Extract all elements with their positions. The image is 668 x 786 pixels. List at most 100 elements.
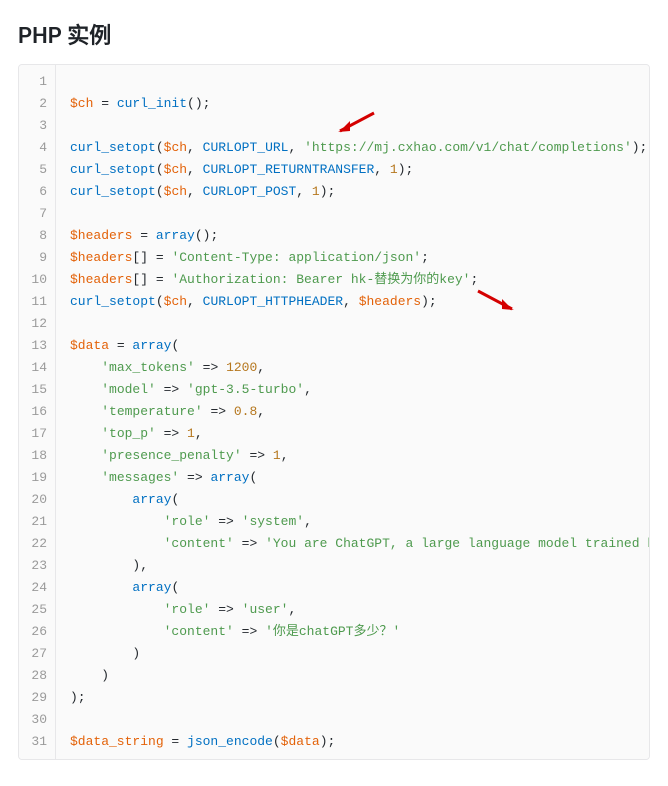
token-num: 0.8 [234,404,257,419]
token-punct: ); [320,184,336,199]
token-op: => [242,448,273,463]
line-number: 3 [25,115,47,137]
token-punct: , [257,360,265,375]
code-line [70,709,649,731]
code-line: $data_string = json_encode($data); [70,731,649,753]
token-punct: = [164,734,187,749]
token-punct: ; [421,250,429,265]
token-str: 'top_p' [101,426,156,441]
token-punct: ) [70,646,140,661]
line-number: 20 [25,489,47,511]
token-punct: ); [70,690,86,705]
token-op: => [156,426,187,441]
token-op: => [195,360,226,375]
token-str: '你是chatGPT多少？' [265,624,400,639]
token-const: CURLOPT_URL [203,140,289,155]
token-punct: , [187,162,203,177]
line-number: 14 [25,357,47,379]
code-line: 'temperature' => 0.8, [70,401,649,423]
line-number: 15 [25,379,47,401]
token-str: 'user' [242,602,289,617]
token-str: 'gpt-3.5-turbo' [187,382,304,397]
token-op: => [210,602,241,617]
token-str: 'temperature' [101,404,202,419]
line-number: 24 [25,577,47,599]
line-number: 11 [25,291,47,313]
code-line: $headers = array(); [70,225,649,247]
line-number: 31 [25,731,47,753]
token-str: 'system' [242,514,304,529]
token-num: 1 [187,426,195,441]
line-number: 9 [25,247,47,269]
line-number: 18 [25,445,47,467]
line-number: 10 [25,269,47,291]
token-fn: array [132,492,171,507]
token-punct: , [288,140,304,155]
token-punct: , [343,294,359,309]
code-line: $headers[] = 'Authorization: Bearer hk-替… [70,269,649,291]
token-punct [70,470,101,485]
token-op: => [179,470,210,485]
token-str: 'content' [164,624,234,639]
token-var: $ch [164,140,187,155]
line-number: 2 [25,93,47,115]
token-punct: , [187,184,203,199]
token-num: 1 [273,448,281,463]
code-line: ); [70,687,649,709]
token-punct [70,580,132,595]
token-var: $data [70,338,109,353]
token-str: 'Content-Type: application/json' [171,250,421,265]
line-number: 16 [25,401,47,423]
code-line: curl_setopt($ch, CURLOPT_POST, 1); [70,181,649,203]
token-punct: , [288,602,296,617]
token-fn: array [210,470,249,485]
token-punct [70,404,101,419]
token-punct: = [93,96,116,111]
token-punct: ) [70,668,109,683]
line-number: 22 [25,533,47,555]
token-punct: , [187,140,203,155]
code-line [70,203,649,225]
token-punct: [] = [132,250,171,265]
token-punct: = [132,228,155,243]
token-var: $headers [70,228,132,243]
token-num: 1200 [226,360,257,375]
code-line: array( [70,577,649,599]
token-punct: ( [171,580,179,595]
code-line: $headers[] = 'Content-Type: application/… [70,247,649,269]
token-str: 'presence_penalty' [101,448,241,463]
token-punct: = [109,338,132,353]
code-line: ), [70,555,649,577]
token-punct [70,514,164,529]
token-punct: (); [187,96,210,111]
token-fn: curl_setopt [70,162,156,177]
token-punct: , [281,448,289,463]
token-str: 'content' [164,536,234,551]
token-str: 'https://mj.cxhao.com/v1/chat/completion… [304,140,632,155]
token-fn: array [132,338,171,353]
token-punct: , [257,404,265,419]
token-punct: ), [70,558,148,573]
token-punct [70,360,101,375]
token-punct: ; [470,272,478,287]
token-punct [70,382,101,397]
line-number: 26 [25,621,47,643]
token-punct: ); [398,162,414,177]
line-number: 29 [25,687,47,709]
code-line: 'role' => 'user', [70,599,649,621]
code-line: $data = array( [70,335,649,357]
code-line: 'model' => 'gpt-3.5-turbo', [70,379,649,401]
token-var: $ch [70,96,93,111]
code-line: 'content' => 'You are ChatGPT, a large l… [70,533,649,555]
code-line: ) [70,665,649,687]
token-var: $data [281,734,320,749]
token-punct: ( [171,338,179,353]
token-op: => [234,624,265,639]
token-const: CURLOPT_RETURNTRANSFER [203,162,375,177]
token-punct: , [296,184,312,199]
token-var: $ch [164,162,187,177]
token-punct: ( [156,294,164,309]
line-number: 25 [25,599,47,621]
line-number: 7 [25,203,47,225]
code-line: array( [70,489,649,511]
